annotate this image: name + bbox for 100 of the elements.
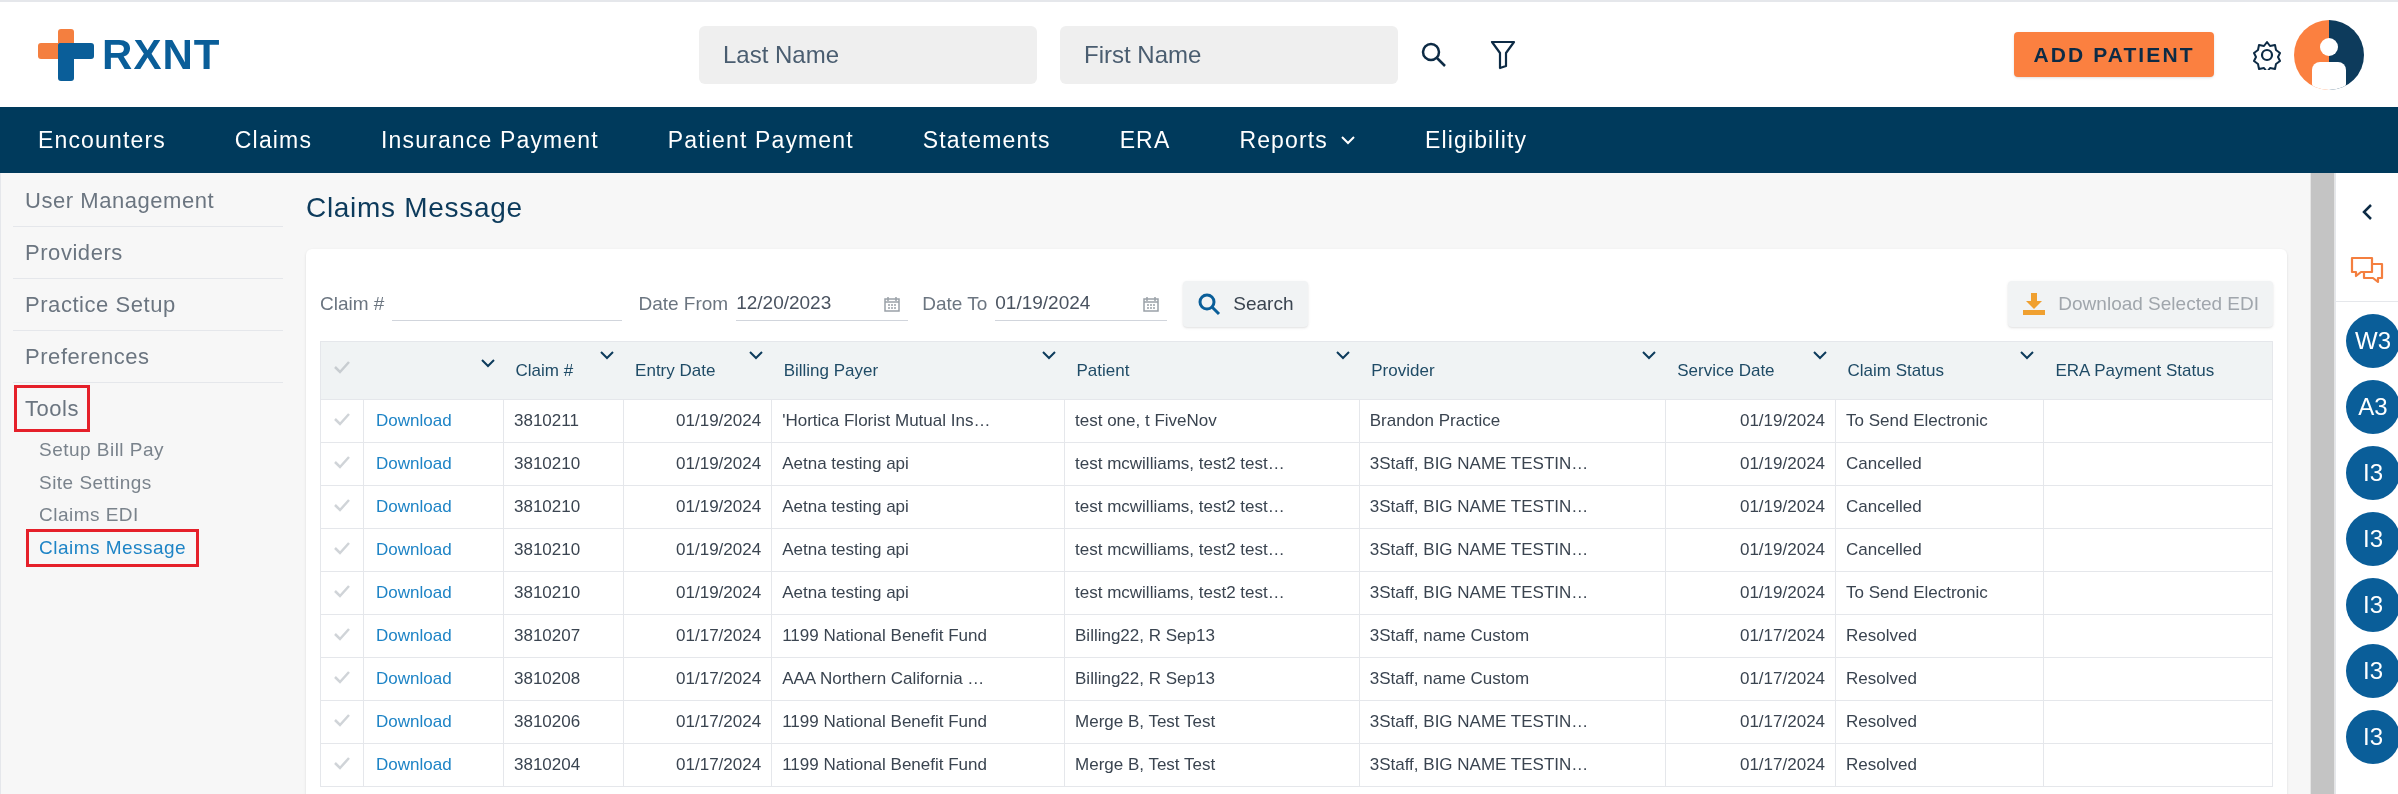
search-button[interactable]: Search: [1183, 281, 1308, 327]
column-header[interactable]: Provider: [1371, 350, 1435, 384]
download-link[interactable]: Download: [376, 411, 452, 431]
column-header[interactable]: Claim #: [515, 350, 574, 384]
table-cell: AAA Northern California …: [771, 657, 1065, 701]
sidebar-item[interactable]: Tools: [17, 388, 88, 429]
row-check-icon[interactable]: [333, 756, 351, 771]
nav-link[interactable]: ERA: [1119, 122, 1171, 158]
user-initials-avatar[interactable]: I3: [2346, 512, 2398, 566]
nav-link[interactable]: Encounters: [38, 122, 166, 158]
sidebar-item[interactable]: Providers: [17, 232, 131, 273]
first-name-field[interactable]: First Name: [1060, 25, 1398, 84]
column-header[interactable]: Service Date: [1677, 350, 1775, 384]
nav-link[interactable]: Reports: [1239, 122, 1356, 158]
row-check-icon[interactable]: [333, 627, 351, 642]
sidebar-subitem[interactable]: Claims Message: [29, 531, 197, 564]
search-icon[interactable]: [1420, 40, 1448, 69]
column-header[interactable]: Billing Payer: [783, 350, 879, 384]
download-link[interactable]: Download: [376, 712, 452, 732]
table-cell: 1199 National Benefit Fund: [771, 743, 1065, 787]
sidebar-item[interactable]: Practice Setup: [17, 284, 184, 325]
filter-icon[interactable]: [1490, 39, 1516, 70]
table-cell: 3Staff, BIG NAME TESTIN…: [1359, 528, 1666, 572]
user-initials-avatar[interactable]: I3: [2346, 710, 2398, 764]
download-link[interactable]: Download: [376, 669, 452, 689]
row-check-icon[interactable]: [333, 670, 351, 685]
user-initials-avatar[interactable]: W3: [2346, 314, 2398, 368]
column-menu-icon[interactable]: [1641, 350, 1658, 360]
nav-link[interactable]: Insurance Payment: [381, 122, 599, 158]
row-check-icon[interactable]: [333, 541, 351, 556]
calendar-icon[interactable]: [884, 295, 901, 312]
column-header[interactable]: Claim Status: [1847, 350, 1944, 384]
column-menu-icon[interactable]: [1335, 350, 1352, 360]
row-check-icon[interactable]: [333, 412, 351, 427]
row-check-icon[interactable]: [333, 498, 351, 513]
table-cell: 3810207: [503, 614, 624, 658]
column-header[interactable]: ERA Payment Status: [2055, 350, 2215, 384]
table-cell: Merge B, Test Test: [1064, 743, 1360, 787]
column-header[interactable]: Patient: [1076, 350, 1130, 384]
row-check-icon[interactable]: [333, 584, 351, 599]
table-cell: 'Hortica Florist Mutual Ins…: [771, 399, 1065, 443]
collapse-chevron-icon[interactable]: [2361, 203, 2373, 221]
table-cell: test mcwilliams, test2 test…: [1064, 528, 1360, 572]
download-link[interactable]: Download: [376, 497, 452, 517]
claim-number-label: Claim #: [320, 291, 385, 316]
table-cell: 3810210: [503, 571, 624, 615]
table-cell: 3810206: [503, 700, 624, 744]
calendar-icon[interactable]: [1143, 295, 1160, 312]
download-link[interactable]: Download: [376, 454, 452, 474]
column-menu-icon[interactable]: [479, 358, 496, 368]
user-initials-avatar[interactable]: A3: [2346, 380, 2398, 434]
user-initials-avatar[interactable]: I3: [2346, 446, 2398, 500]
scrollbar[interactable]: [2310, 173, 2335, 794]
column-header[interactable]: Entry Date: [635, 350, 716, 384]
nav-link[interactable]: Patient Payment: [667, 122, 854, 158]
sidebar-item[interactable]: Preferences: [17, 336, 158, 377]
nav-link[interactable]: Claims: [234, 122, 313, 158]
nav-link[interactable]: Statements: [922, 122, 1051, 158]
table-cell: Resolved: [1835, 614, 2044, 658]
nav-link[interactable]: Eligibility: [1424, 122, 1528, 158]
table-cell: 01/17/2024: [623, 700, 772, 744]
select-all-check-icon[interactable]: [333, 360, 352, 374]
settings-icon[interactable]: [2252, 39, 2282, 70]
row-check-icon[interactable]: [333, 713, 351, 728]
last-name-field[interactable]: Last Name: [699, 25, 1037, 84]
column-menu-icon[interactable]: [1811, 350, 1828, 360]
sidebar-subitem[interactable]: Claims EDI: [29, 499, 149, 532]
row-check-icon[interactable]: [333, 455, 351, 470]
table-cell: 01/19/2024: [1665, 528, 1836, 572]
table-cell: 3810210: [503, 485, 624, 529]
column-menu-icon[interactable]: [2019, 350, 2036, 360]
user-avatar-icon[interactable]: [2294, 19, 2364, 90]
column-menu-icon[interactable]: [747, 350, 764, 360]
date-to-field[interactable]: 01/19/2024: [995, 287, 1168, 321]
table-cell: 01/19/2024: [623, 442, 772, 486]
sidebar-subitem[interactable]: Site Settings: [29, 466, 162, 499]
date-from-field[interactable]: 12/20/2023: [736, 287, 909, 321]
table-cell: 3810210: [503, 442, 624, 486]
download-link[interactable]: Download: [376, 583, 452, 603]
user-initials-avatar[interactable]: I3: [2346, 644, 2398, 698]
table-cell: 01/17/2024: [1665, 743, 1836, 787]
logo-text: RXNT: [102, 33, 221, 76]
table-cell: 01/17/2024: [623, 657, 772, 701]
table-cell: Billing22, R Sep13: [1064, 614, 1360, 658]
add-patient-button[interactable]: ADD PATIENT: [2014, 32, 2214, 77]
table-cell: Aetna testing api: [771, 442, 1065, 486]
column-menu-icon[interactable]: [599, 350, 616, 360]
table-cell: 3Staff, BIG NAME TESTIN…: [1359, 700, 1666, 744]
column-menu-icon[interactable]: [1040, 350, 1057, 360]
sidebar-item[interactable]: User Management: [17, 180, 223, 221]
download-link[interactable]: Download: [376, 626, 452, 646]
user-initials-avatar[interactable]: I3: [2346, 578, 2398, 632]
sidebar-subitem[interactable]: Setup Bill Pay: [29, 434, 174, 467]
table-cell: 3810204: [503, 743, 624, 787]
download-link[interactable]: Download: [376, 755, 452, 775]
date-from-label: Date From: [638, 291, 729, 316]
table-cell: 01/17/2024: [623, 614, 772, 658]
table-cell: Cancelled: [1835, 442, 2044, 486]
date-to-label: Date To: [922, 291, 988, 316]
download-link[interactable]: Download: [376, 540, 452, 560]
